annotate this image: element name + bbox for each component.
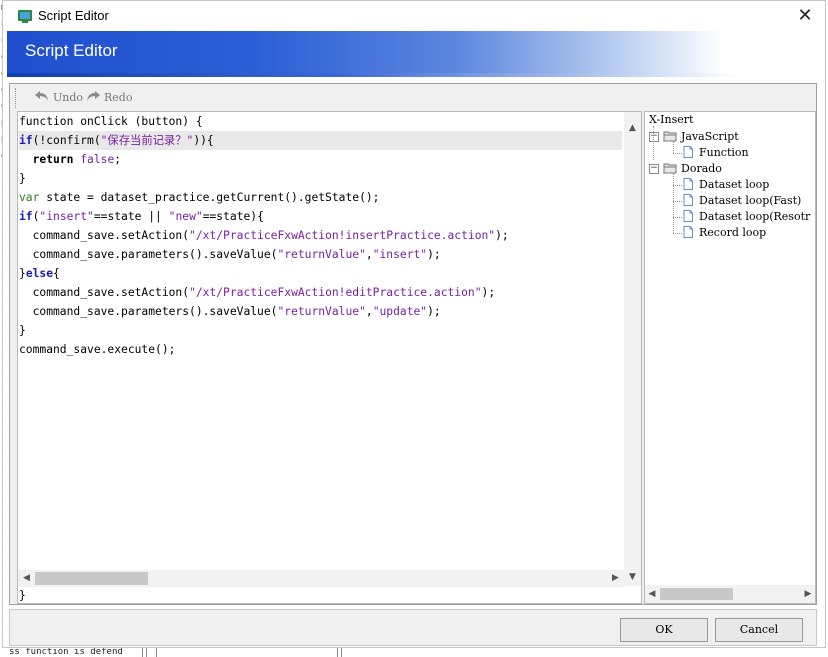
ok-button[interactable]: OK <box>620 618 708 642</box>
folder-icon <box>663 163 677 174</box>
scroll-down-icon[interactable]: ▼ <box>624 569 641 586</box>
window-title: Script Editor <box>38 8 109 23</box>
background-editor-bottom: ss function is defend <box>0 647 828 657</box>
code-line: if(!confirm("保存当前记录？")){ <box>19 131 622 150</box>
code-area[interactable]: function onClick (button) { if(!confirm("… <box>19 112 624 572</box>
toolbar: Undo Redo <box>10 84 816 112</box>
banner-title: Script Editor <box>25 41 118 60</box>
tree-collapse-icon[interactable]: − <box>649 132 659 142</box>
undo-button[interactable]: Undo <box>34 90 83 106</box>
code-line: } <box>19 324 26 337</box>
code-line: if("insert"==state || "new"==state){ <box>19 210 264 223</box>
tree-title: X-Insert <box>649 113 694 126</box>
header-banner: Script Editor <box>7 31 821 77</box>
code-line: command_save.parameters().saveValue("ret… <box>19 305 441 318</box>
code-line: return false; <box>32 153 122 166</box>
undo-label: Undo <box>53 91 84 104</box>
scroll-left-icon[interactable]: ◀ <box>18 570 35 587</box>
title-bar: Script Editor ✕ <box>3 1 825 31</box>
code-vertical-scrollbar[interactable]: ▲ ▼ <box>624 112 641 586</box>
tree-item[interactable]: Dataset loop <box>681 177 769 193</box>
tree-item[interactable]: Dataset loop(Resotr <box>681 209 810 225</box>
undo-icon <box>35 91 48 101</box>
tree-horizontal-scrollbar[interactable]: ◀ ▶ <box>645 585 815 603</box>
redo-label: Redo <box>104 91 133 104</box>
redo-button[interactable]: Redo <box>85 90 132 106</box>
tree-scroll-thumb[interactable] <box>660 588 733 600</box>
dialog-footer: OK Cancel <box>9 609 817 646</box>
tree-item[interactable]: Dataset loop(Fast) <box>681 193 801 209</box>
code-line: var state = dataset_practice.getCurrent(… <box>19 191 380 204</box>
scroll-right-icon[interactable]: ▶ <box>607 570 624 587</box>
code-line: command_save.parameters().saveValue("ret… <box>19 248 441 261</box>
cancel-button[interactable]: Cancel <box>715 618 803 642</box>
document-icon <box>683 178 693 190</box>
document-icon <box>683 146 693 158</box>
close-icon: ✕ <box>797 5 813 26</box>
document-icon <box>683 226 693 238</box>
tree-collapse-icon[interactable]: − <box>649 164 659 174</box>
code-line: command_save.execute(); <box>19 343 176 356</box>
code-editor[interactable]: function onClick (button) { if(!confirm("… <box>17 111 642 604</box>
toolbar-grip <box>15 88 18 108</box>
editor-panel: Undo Redo function onClick (button) { if(… <box>9 83 817 605</box>
code-horizontal-scrollbar[interactable]: ◀ ▶ <box>18 570 624 587</box>
tree-item[interactable]: Function <box>681 145 749 161</box>
code-line-closing: } <box>19 589 26 602</box>
scroll-up-icon[interactable]: ▲ <box>624 120 641 137</box>
script-editor-dialog: Script Editor ✕ Script Editor Undo Redo … <box>2 0 826 648</box>
document-icon <box>683 210 693 222</box>
tree-scroll-right-icon[interactable]: ▶ <box>801 585 815 603</box>
folder-icon <box>663 131 677 142</box>
background-bottom-text: ss function is defend <box>9 647 123 657</box>
app-icon <box>18 10 32 23</box>
code-line: function onClick (button) { <box>19 115 203 128</box>
code-line: } <box>19 172 26 185</box>
code-line: command_save.setAction("/xt/PracticeFxwA… <box>19 286 496 299</box>
tree-folder-javascript[interactable]: JavaScript <box>663 129 739 145</box>
tree-folder-dorado[interactable]: Dorado <box>663 161 722 177</box>
document-icon <box>683 194 693 206</box>
redo-icon <box>87 91 100 101</box>
close-button[interactable]: ✕ <box>793 5 817 27</box>
x-insert-tree: X-Insert − JavaScript Function − Dorado Datas… <box>644 111 816 604</box>
code-line: }else{ <box>19 267 60 280</box>
scroll-thumb[interactable] <box>35 572 148 585</box>
code-line: command_save.setAction("/xt/PracticeFxwA… <box>19 229 509 242</box>
tree-scroll-left-icon[interactable]: ◀ <box>645 585 659 603</box>
tree-item[interactable]: Record loop <box>681 225 766 241</box>
